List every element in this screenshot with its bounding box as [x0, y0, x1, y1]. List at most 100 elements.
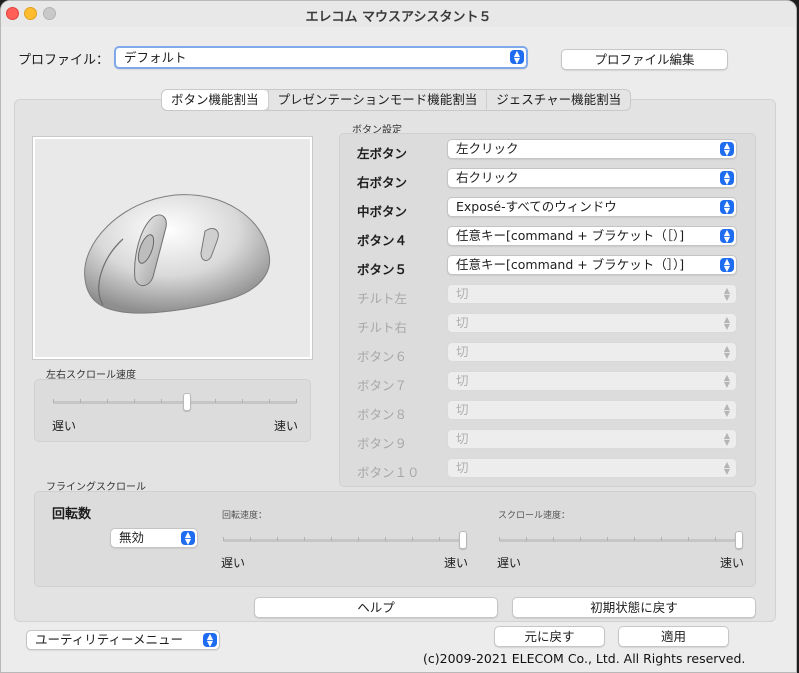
horizontal-scroll-fast-label: 速い [274, 419, 299, 433]
rotation-label: 回転数 [52, 507, 92, 522]
slider-tick [412, 537, 413, 541]
slider-tick [385, 537, 386, 541]
chevron-updown-icon: ▲ ▼ [723, 460, 731, 476]
rotation-speed-slider-track [223, 539, 467, 542]
window-title: エレコム マウスアシスタント５ [305, 10, 492, 25]
button-row-label: 右ボタン [357, 175, 408, 190]
chevron-updown-icon: ▲ ▼ [720, 229, 734, 244]
chevron-updown-icon: ▲ ▼ [203, 633, 217, 648]
button-assignment-value: 切 [456, 315, 469, 330]
button-row-label: チルト左 [357, 291, 408, 306]
profile-select[interactable]: デフォルト ▲ ▼ [114, 46, 528, 69]
button-assignment-value: 切 [456, 460, 469, 475]
button-assignment-select: 切 ▲ ▼ [447, 342, 737, 362]
button-row-label: ボタン７ [357, 378, 408, 393]
button-assignment-select[interactable]: 任意キー[command + ブラケット（［）] ▲ ▼ [447, 226, 737, 246]
horizontal-scroll-slider-knob[interactable] [183, 393, 191, 411]
slider-tick [269, 399, 270, 403]
chevron-updown-icon: ▲ ▼ [723, 344, 731, 360]
copyright-text: (c)2009-2021 ELECOM Co., Ltd. All Rights… [423, 651, 746, 666]
slider-tick [499, 537, 500, 541]
button-assignment-select: 切 ▲ ▼ [447, 400, 737, 420]
button-assignment-value: 任意キー[command + ブラケット（］）] [456, 257, 685, 272]
slider-tick [80, 399, 81, 403]
chevron-updown-icon: ▲ ▼ [723, 315, 731, 331]
slider-tick [242, 399, 243, 403]
slider-tick [296, 399, 297, 403]
button-assignment-select[interactable]: 右クリック ▲ ▼ [447, 168, 737, 188]
button-assignment-value: 切 [456, 402, 469, 417]
slider-tick [466, 537, 467, 541]
slider-tick [53, 399, 54, 403]
tab-gesture-assignment[interactable]: ジェスチャー機能割当 [486, 90, 630, 110]
slider-tick [250, 537, 251, 541]
slider-tick [580, 537, 581, 541]
chevron-updown-icon: ▲ ▼ [720, 171, 734, 186]
button-row-label: 中ボタン [357, 204, 408, 219]
button-assignment-value: 右クリック [456, 170, 519, 185]
scroll-speed-slider-track [499, 539, 743, 542]
mouse-image [84, 194, 271, 314]
rotation-speed-label: 回転速度： [222, 511, 268, 521]
utility-menu-select[interactable]: ユーティリティーメニュー ▲ ▼ [26, 630, 220, 650]
button-assignment-value: 切 [456, 373, 469, 388]
chevron-updown-icon: ▲ ▼ [723, 373, 731, 389]
button-assignment-select: 切 ▲ ▼ [447, 429, 737, 449]
slider-tick [688, 537, 689, 541]
revert-button[interactable]: 元に戻す [494, 626, 605, 647]
slider-tick [331, 537, 332, 541]
reset-defaults-button[interactable]: 初期状態に戻す [512, 597, 756, 618]
button-assignment-value: 切 [456, 431, 469, 446]
button-assignment-value: 任意キー[command + ブラケット（［）] [456, 228, 685, 243]
edit-profile-button[interactable]: プロファイル編集 [561, 49, 728, 70]
horizontal-scroll-slow-label: 遅い [52, 419, 77, 433]
rotation-speed-fast-label: 速い [444, 556, 469, 570]
rotation-select[interactable]: 無効 ▲ ▼ [110, 528, 198, 548]
button-assignment-select[interactable]: Exposé-すべてのウィンドウ ▲ ▼ [447, 197, 737, 217]
horizontal-scroll-slider-track [53, 401, 297, 404]
button-assignment-value: 切 [456, 344, 469, 359]
button-row-label: ボタン９ [357, 436, 408, 451]
button-assignment-select[interactable]: 任意キー[command + ブラケット（］）] ▲ ▼ [447, 255, 737, 275]
chevron-updown-icon: ▲ ▼ [723, 402, 731, 418]
chevron-updown-icon: ▲ ▼ [720, 200, 734, 215]
chevron-updown-icon: ▲ ▼ [720, 258, 734, 273]
button-assignment-select: 切 ▲ ▼ [447, 371, 737, 391]
button-row-label: 左ボタン [357, 146, 408, 161]
button-assignment-value: 左クリック [456, 141, 519, 156]
button-assignment-select: 切 ▲ ▼ [447, 458, 737, 478]
slider-tick [661, 537, 662, 541]
button-assignment-select: 切 ▲ ▼ [447, 313, 737, 333]
slider-tick [634, 537, 635, 541]
button-assignment-value: 切 [456, 286, 469, 301]
chevron-updown-icon: ▲ ▼ [723, 286, 731, 302]
button-row-label: ボタン４ [357, 233, 408, 248]
chevron-updown-icon: ▲ ▼ [723, 431, 731, 447]
button-row-label: ボタン６ [357, 349, 408, 364]
mouse-image-panel [33, 137, 312, 359]
slider-tick [223, 537, 224, 541]
profile-select-value: デフォルト [124, 50, 187, 65]
slider-tick [107, 399, 108, 403]
tab-presentation-mode[interactable]: プレゼンテーションモード機能割当 [267, 90, 487, 110]
slider-tick [439, 537, 440, 541]
button-row-label: チルト右 [357, 320, 408, 335]
slider-tick [742, 537, 743, 541]
slider-tick [304, 537, 305, 541]
slider-tick [715, 537, 716, 541]
profile-label: プロファイル： [18, 53, 110, 68]
slider-tick [607, 537, 608, 541]
app-window: エレコム マウスアシスタント５ プロファイル： デフォルト ▲ ▼ プロファイル編… [0, 0, 797, 673]
slider-tick [358, 537, 359, 541]
button-assignment-select[interactable]: 左クリック ▲ ▼ [447, 139, 737, 159]
apply-button[interactable]: 適用 [618, 626, 729, 647]
slider-tick [215, 399, 216, 403]
tab-button-assignment[interactable]: ボタン機能割当 [162, 90, 268, 110]
scroll-speed-fast-label: 速い [720, 556, 745, 570]
rotation-speed-slow-label: 遅い [221, 556, 246, 570]
slider-tick [134, 399, 135, 403]
slider-tick [277, 537, 278, 541]
title-bar: エレコム マウスアシスタント５ [1, 1, 796, 27]
help-button[interactable]: ヘルプ [254, 597, 498, 618]
scroll-speed-label: スクロール速度： [498, 511, 571, 521]
